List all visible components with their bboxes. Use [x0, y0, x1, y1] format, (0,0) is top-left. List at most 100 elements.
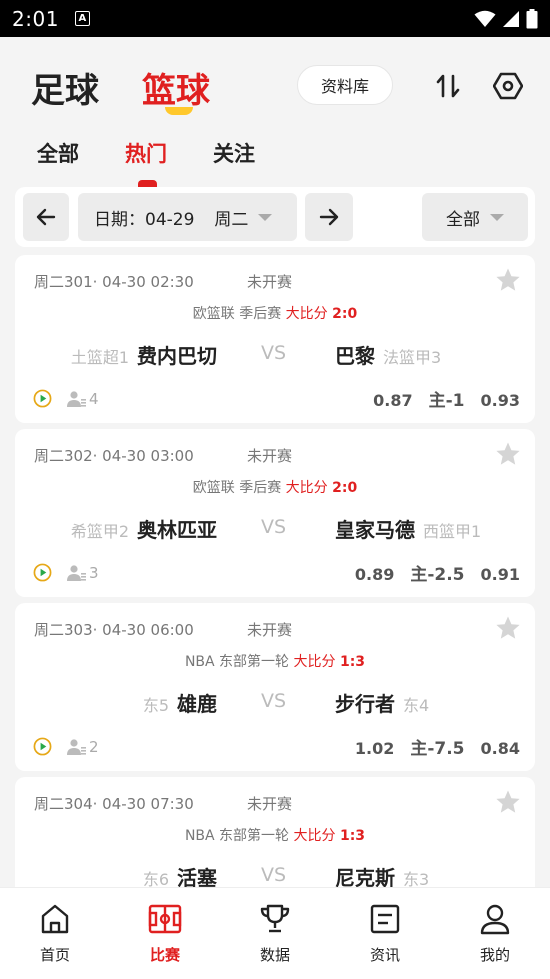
tab-profile-label: 我的	[479, 946, 510, 964]
tab-news-label: 资讯	[369, 946, 400, 964]
odds-away: 0.93	[480, 391, 520, 410]
match-card[interactable]: 周二301· 04-30 02:30 未开赛 欧篮联 季后赛 大比分 2:0 土…	[15, 255, 535, 423]
away-rank: 法篮甲3	[383, 348, 442, 367]
signal-icon	[503, 10, 519, 27]
match-card[interactable]: 周二303· 04-30 06:00 未开赛 NBA 东部第一轮 大比分 1:3…	[15, 603, 535, 771]
watcher-count: 4	[89, 389, 99, 408]
tab-hot[interactable]: 热门	[125, 138, 167, 168]
play-icon[interactable]	[33, 389, 52, 408]
tab-follow[interactable]: 关注	[213, 138, 255, 168]
teams-row: 希篮甲2 奥林匹亚 VS 皇家马德 西篮甲1	[15, 514, 535, 544]
vs-label: VS	[261, 690, 287, 712]
home-rank: 土篮超1	[70, 348, 129, 367]
handicap: 主-2.5	[410, 560, 464, 585]
tab-data[interactable]: 数据	[235, 902, 315, 965]
tab-home[interactable]: 首页	[15, 902, 95, 965]
home-team-wrap: 希篮甲2 奥林匹亚	[71, 514, 217, 543]
news-icon	[345, 902, 425, 936]
tab-home-label: 首页	[39, 946, 70, 964]
handicap-prefix: 主	[428, 391, 446, 411]
odds-away: 0.91	[480, 565, 520, 584]
star-icon[interactable]	[495, 267, 521, 297]
odds-home: 0.87	[373, 391, 413, 410]
star-icon[interactable]	[495, 441, 521, 471]
match-card[interactable]: 周二302· 04-30 03:00 未开赛 欧篮联 季后赛 大比分 2:0 希…	[15, 429, 535, 597]
chevron-down-icon	[258, 213, 273, 221]
handicap: 主-1	[429, 386, 465, 411]
league-name: 欧篮联 季后赛	[192, 306, 282, 322]
handicap-prefix: 主	[410, 739, 428, 759]
header: 足球 篮球 资料库 全部 热门 关注	[0, 37, 550, 187]
trophy-icon	[235, 902, 315, 936]
odds: 0.89 主-2.5 0.91	[355, 560, 520, 585]
status-time: 2:01	[12, 6, 59, 31]
match-status: 未开赛	[247, 621, 293, 639]
date-label: 日期：04-29	[94, 209, 195, 230]
series-score-value: 2:0	[332, 480, 358, 496]
league-name: 欧篮联 季后赛	[192, 480, 282, 496]
league-line: NBA 东部第一轮 大比分 1:3	[15, 825, 535, 845]
play-icon[interactable]	[33, 563, 52, 582]
watcher-count: 2	[89, 737, 99, 756]
match-meta: 周二303· 04-30 06:00	[34, 621, 194, 639]
home-team: 雄鹿	[177, 692, 217, 716]
away-rank: 西篮甲1	[423, 522, 482, 541]
settings-hexagon-icon[interactable]	[493, 71, 523, 101]
status-icons	[474, 8, 538, 29]
court-icon	[125, 902, 205, 936]
sport-tab-indicator	[165, 107, 193, 115]
series-score: 大比分 2:0	[286, 480, 358, 496]
match-meta: 周二304· 04-30 07:30	[34, 795, 194, 813]
vs-label: VS	[261, 342, 287, 364]
next-day-button[interactable]	[305, 193, 353, 241]
league-line: 欧篮联 季后赛 大比分 2:0	[15, 303, 535, 323]
away-rank: 东4	[403, 696, 430, 715]
star-icon[interactable]	[495, 615, 521, 645]
away-team: 步行者	[335, 692, 395, 716]
card-footer: 2	[33, 737, 99, 756]
star-icon[interactable]	[495, 789, 521, 819]
sub-tab-indicator	[138, 180, 157, 187]
profile-icon	[455, 902, 535, 936]
series-score-value: 1:3	[339, 654, 366, 670]
league-line: NBA 东部第一轮 大比分 1:3	[15, 651, 535, 671]
tab-match[interactable]: 比赛	[125, 902, 205, 965]
bottom-tab-bar: 首页 比赛 数据 资讯 我的	[0, 887, 550, 979]
handicap: 主-7.5	[410, 734, 464, 759]
notification-icon: A	[74, 11, 90, 26]
filter-dropdown[interactable]: 全部	[422, 193, 528, 241]
date-picker[interactable]: 日期：04-29 周二	[78, 193, 297, 241]
date-bar: 日期：04-29 周二 全部	[15, 187, 535, 247]
away-team: 巴黎	[335, 344, 375, 368]
weekday-label: 周二	[214, 209, 249, 230]
odds: 0.87 主-1 0.93	[373, 386, 520, 411]
tab-football[interactable]: 足球	[31, 63, 99, 112]
series-score: 大比分 1:3	[294, 654, 366, 670]
odds: 1.02 主-7.5 0.84	[355, 734, 520, 759]
database-button[interactable]: 资料库	[297, 65, 393, 105]
prev-day-button[interactable]	[23, 193, 69, 241]
handicap-value: -2.5	[427, 565, 465, 585]
match-status: 未开赛	[247, 795, 293, 813]
home-team: 费内巴切	[137, 344, 217, 368]
tab-profile[interactable]: 我的	[455, 902, 535, 965]
vs-label: VS	[261, 864, 287, 886]
filter-label: 全部	[446, 209, 480, 230]
people-icon	[67, 564, 86, 581]
league-line: 欧篮联 季后赛 大比分 2:0	[15, 477, 535, 497]
people-icon	[67, 390, 86, 407]
sort-icon[interactable]	[433, 71, 463, 101]
series-score-label: 大比分	[293, 828, 336, 844]
series-score-label: 大比分	[293, 654, 336, 670]
status-bar: 2:01 A	[0, 0, 550, 37]
tab-all[interactable]: 全部	[37, 138, 79, 168]
league-name: NBA 东部第一轮	[184, 654, 290, 670]
arrow-right-icon	[319, 208, 339, 226]
tab-news[interactable]: 资讯	[345, 902, 425, 965]
match-meta: 周二302· 04-30 03:00	[34, 447, 194, 465]
tab-basketball[interactable]: 篮球	[142, 63, 210, 112]
handicap-prefix: 主	[410, 565, 428, 585]
play-icon[interactable]	[33, 737, 52, 756]
handicap-value: -7.5	[427, 739, 465, 759]
series-score: 大比分 2:0	[286, 306, 358, 322]
